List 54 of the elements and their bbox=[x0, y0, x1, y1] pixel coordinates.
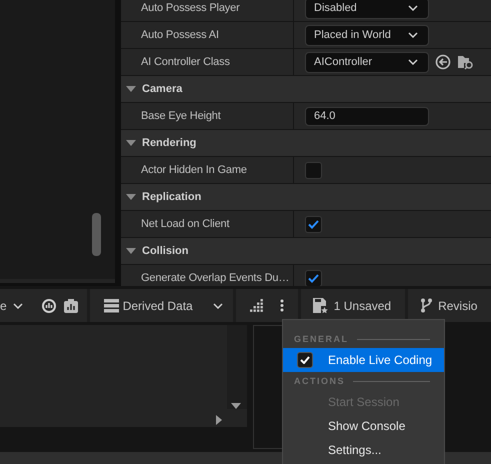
scroll-down-icon[interactable] bbox=[231, 403, 241, 409]
category-title: Replication bbox=[142, 191, 202, 203]
chevron-down-icon bbox=[12, 302, 23, 308]
menu-item[interactable]: Show Console bbox=[283, 414, 444, 438]
category-header[interactable]: Replication bbox=[121, 184, 491, 211]
more-options-icon[interactable] bbox=[280, 299, 284, 312]
category-header[interactable]: Collision bbox=[121, 238, 491, 265]
property-label: AI Controller Class bbox=[141, 56, 230, 68]
menu-item[interactable]: Enable Live Coding bbox=[283, 348, 444, 372]
category-title: Rendering bbox=[142, 137, 196, 149]
section-heading: ACTIONS bbox=[294, 376, 345, 386]
value-dropdown[interactable]: Placed in World bbox=[305, 24, 429, 46]
value-dropdown[interactable]: AIController bbox=[305, 52, 429, 72]
chevron-down-icon bbox=[408, 5, 418, 11]
collapse-triangle-icon bbox=[126, 140, 136, 146]
chevron-down-icon bbox=[408, 59, 418, 65]
scrollbar-track[interactable] bbox=[227, 325, 247, 409]
scrollbar-thumb[interactable] bbox=[92, 213, 101, 256]
mode-label[interactable]: e bbox=[0, 298, 7, 312]
record-circle-icon[interactable] bbox=[40, 298, 57, 314]
checkbox[interactable] bbox=[297, 352, 313, 368]
property-label: Auto Possess AI bbox=[141, 29, 219, 41]
number-field[interactable]: 64.0 bbox=[305, 106, 429, 126]
collapse-triangle-icon bbox=[126, 86, 136, 92]
grid-dots-icon[interactable] bbox=[250, 299, 264, 312]
back-arrow-circle-icon[interactable] bbox=[435, 54, 451, 70]
checkbox[interactable] bbox=[305, 270, 322, 286]
property-label: Generate Overlap Events Du… bbox=[141, 272, 290, 284]
collapse-triangle-icon bbox=[126, 248, 136, 254]
branch-icon bbox=[420, 298, 434, 313]
camera-chart-icon[interactable] bbox=[62, 298, 79, 314]
category-header[interactable]: Camera bbox=[121, 76, 491, 103]
chevron-down-icon bbox=[408, 32, 418, 38]
property-label: Base Eye Height bbox=[141, 110, 221, 122]
section-heading: GENERAL bbox=[294, 334, 349, 344]
scroll-right-icon[interactable] bbox=[216, 415, 222, 425]
checkmark-icon bbox=[300, 356, 310, 364]
value-dropdown[interactable]: Disabled bbox=[305, 0, 429, 18]
category-title: Camera bbox=[142, 83, 182, 95]
checkbox[interactable] bbox=[305, 162, 322, 178]
chevron-down-icon bbox=[212, 302, 223, 308]
property-label: Actor Hidden In Game bbox=[141, 164, 247, 176]
checkbox[interactable] bbox=[305, 216, 322, 232]
property-label: Net Load on Client bbox=[141, 218, 230, 230]
checkmark-icon bbox=[308, 274, 319, 282]
checkmark-icon bbox=[308, 220, 319, 228]
database-icon bbox=[104, 298, 119, 312]
property-label: Auto Possess Player bbox=[141, 2, 240, 14]
collapse-triangle-icon bbox=[126, 194, 136, 200]
category-header[interactable]: Rendering bbox=[121, 130, 491, 157]
menu-item[interactable]: Settings... bbox=[283, 438, 444, 462]
folder-search-icon[interactable] bbox=[457, 54, 474, 70]
save-icon bbox=[312, 298, 328, 313]
category-title: Collision bbox=[142, 245, 188, 257]
